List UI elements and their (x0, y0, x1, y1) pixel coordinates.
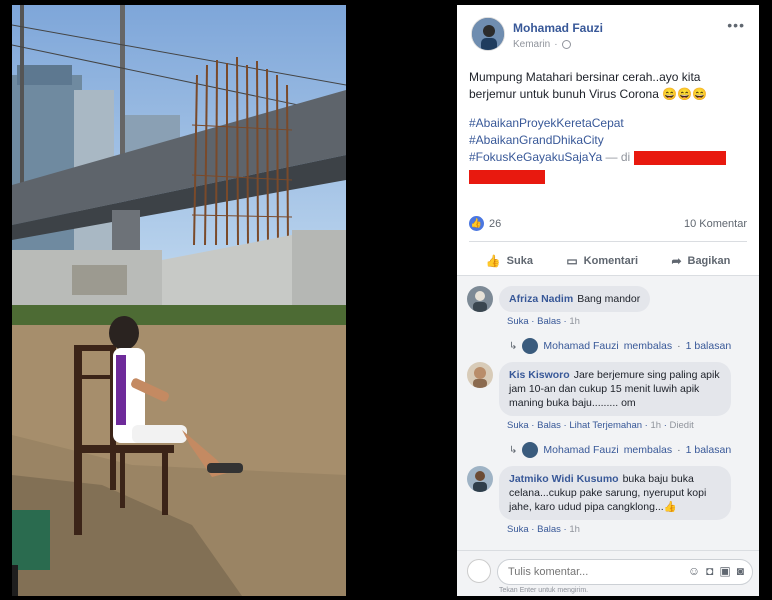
more-dots-icon[interactable]: ••• (727, 17, 745, 33)
comment-like-link[interactable]: Suka (507, 524, 529, 535)
hashtag-link[interactable]: #FokusKeGayakuSajaYa (469, 150, 602, 164)
commenter-avatar[interactable] (467, 286, 493, 312)
comment-item: Jatmiko Widi Kusumo buka baju buka celana… (467, 466, 749, 546)
comment-like-link[interactable]: Suka (507, 420, 529, 431)
reply-separator: · (677, 444, 681, 456)
comment-text-line: buka baju buka (622, 473, 694, 485)
hashtag-link[interactable]: #AbaikanGrandDhikaCity (469, 132, 751, 149)
like-count[interactable]: 26 (489, 218, 501, 230)
comment-reply-link[interactable]: Balas (537, 524, 561, 535)
share-icon: ➦ (671, 253, 682, 268)
reply-author: Mohamad Fauzi (543, 340, 619, 352)
share-label: Bagikan (687, 254, 731, 267)
redacted-location (633, 150, 726, 165)
translate-link[interactable]: Lihat Terjemahan (569, 420, 642, 431)
gif-icon[interactable]: ▣ (719, 564, 730, 578)
comment-time[interactable]: 1h (651, 420, 662, 431)
comment-like-link[interactable]: Suka (507, 316, 529, 327)
reply-arrow-icon: ↳ (509, 340, 518, 352)
comment-bubble: Jatmiko Widi Kusumo buka baju buka celana… (499, 466, 731, 520)
location-prefix: — di (605, 150, 631, 164)
camera-icon[interactable]: ◘ (706, 564, 713, 578)
hashtag-link[interactable]: #AbaikanProyekKeretaCepat (469, 115, 751, 132)
comment-text-line: Jare berjemure sing paling apik (573, 369, 720, 381)
comment-composer: ☺ ◘ ▣ ◙ Tekan Enter untuk mengirim. (457, 550, 759, 596)
comment-reply-link[interactable]: Balas (537, 420, 561, 431)
sticker-icon[interactable]: ◙ (737, 564, 744, 578)
comment-actions: Suka · Balas · 1h (507, 524, 580, 535)
commenter-avatar[interactable] (467, 362, 493, 388)
composer-icons: ☺ ◘ ▣ ◙ (688, 564, 744, 578)
hashtag-list: #AbaikanProyekKeretaCepat #AbaikanGrandD… (469, 115, 751, 185)
comment-bubble: Kis Kisworo Jare berjemure sing paling ap… (499, 362, 731, 416)
like-button[interactable]: 👍 Suka (486, 248, 533, 268)
comment-time[interactable]: 1h (569, 316, 580, 327)
comment-actions: Suka · Balas · 1h (507, 316, 580, 327)
comment-button[interactable]: ▭ Komentari (566, 248, 638, 268)
post-header: Mohamad Fauzi Kemarin · ••• (457, 5, 759, 61)
post-panel: Mohamad Fauzi Kemarin · ••• Mumpung Mata… (457, 5, 759, 596)
reply-avatar (522, 442, 539, 458)
comment-text-line: jahe, karo udud pipa cangklong...👍 (509, 501, 677, 513)
comment-text-line: jam 10-an dan cukup 15 menit luwih apik (509, 383, 700, 395)
reply-author: Mohamad Fauzi (543, 444, 619, 456)
reply-arrow-icon: ↳ (509, 444, 518, 456)
comment-icon: ▭ (566, 253, 578, 268)
share-button[interactable]: ➦ Bagikan (671, 248, 730, 268)
like-label: Suka (506, 254, 533, 267)
comment-time[interactable]: 1h (569, 524, 580, 535)
reaction-stats: 👍 26 10 Komentar (469, 215, 747, 235)
post-text: Mumpung Matahari bersinar cerah..ayo kit… (469, 69, 751, 185)
composer-avatar (467, 559, 491, 583)
edited-label: Diedit (669, 420, 694, 431)
post-meta: Kemarin · (513, 39, 571, 50)
like-reaction-icon[interactable]: 👍 (469, 216, 484, 231)
comment-bubble: Afriza Nadim Bang mandor (499, 286, 651, 312)
commenter-avatar[interactable] (467, 466, 493, 492)
post-time[interactable]: Kemarin (513, 39, 550, 50)
reply-separator: · (677, 340, 681, 352)
emoji-icon[interactable]: ☺ (688, 564, 700, 578)
post-photo[interactable] (12, 5, 346, 596)
comment-input-wrapper: ☺ ◘ ▣ ◙ (497, 559, 753, 585)
comment-input[interactable] (498, 560, 648, 584)
comment-count[interactable]: 10 Komentar (684, 218, 747, 230)
post-actions: 👍 Suka ▭ Komentari ➦ Bagikan (469, 241, 747, 273)
author-avatar[interactable] (471, 17, 505, 51)
comment-text-line: celana...cukup pake sarung, nyeruput kop… (509, 487, 707, 499)
comment-item: Afriza Nadim Bang mandor Suka · Balas · 1… (467, 286, 749, 346)
comment-label: Komentari (583, 254, 639, 267)
reply-count: 1 balasan (685, 340, 732, 352)
post-message: Mumpung Matahari bersinar cerah..ayo kit… (469, 70, 708, 101)
hashtag-location-line: #FokusKeGayakuSajaYa — di (469, 150, 726, 165)
reply-action: membalas (623, 444, 673, 456)
reply-avatar (522, 338, 539, 354)
comment-list: Afriza Nadim Bang mandor Suka · Balas · 1… (457, 275, 759, 550)
commenter-name[interactable]: Afriza Nadim (509, 293, 573, 305)
redacted-location (469, 169, 545, 184)
reply-count: 1 balasan (685, 444, 732, 456)
comment-text: Bang mandor (577, 293, 641, 305)
globe-icon (561, 40, 571, 49)
commenter-name[interactable]: Kis Kisworo (509, 369, 570, 381)
commenter-name[interactable]: Jatmiko Widi Kusumo (509, 473, 619, 485)
reply-summary[interactable]: ↳ Mohamad Fauzi membalas · 1 balasan (509, 338, 731, 354)
composer-hint: Tekan Enter untuk mengirim. (499, 587, 589, 594)
author-name[interactable]: Mohamad Fauzi (513, 21, 603, 35)
thumbs-up-icon: 👍 (485, 253, 501, 268)
comment-actions: Suka · Balas · Lihat Terjemahan · 1h · D… (507, 420, 694, 431)
reply-action: membalas (623, 340, 673, 352)
separator-dot: · (554, 39, 558, 50)
comment-reply-link[interactable]: Balas (537, 316, 561, 327)
comment-item: Kis Kisworo Jare berjemure sing paling ap… (467, 362, 749, 442)
comment-text-line: maning buka baju......... om (509, 397, 636, 409)
screenshot-stage: Mohamad Fauzi Kemarin · ••• Mumpung Mata… (0, 0, 772, 600)
reply-summary[interactable]: ↳ Mohamad Fauzi membalas · 1 balasan (509, 442, 731, 458)
